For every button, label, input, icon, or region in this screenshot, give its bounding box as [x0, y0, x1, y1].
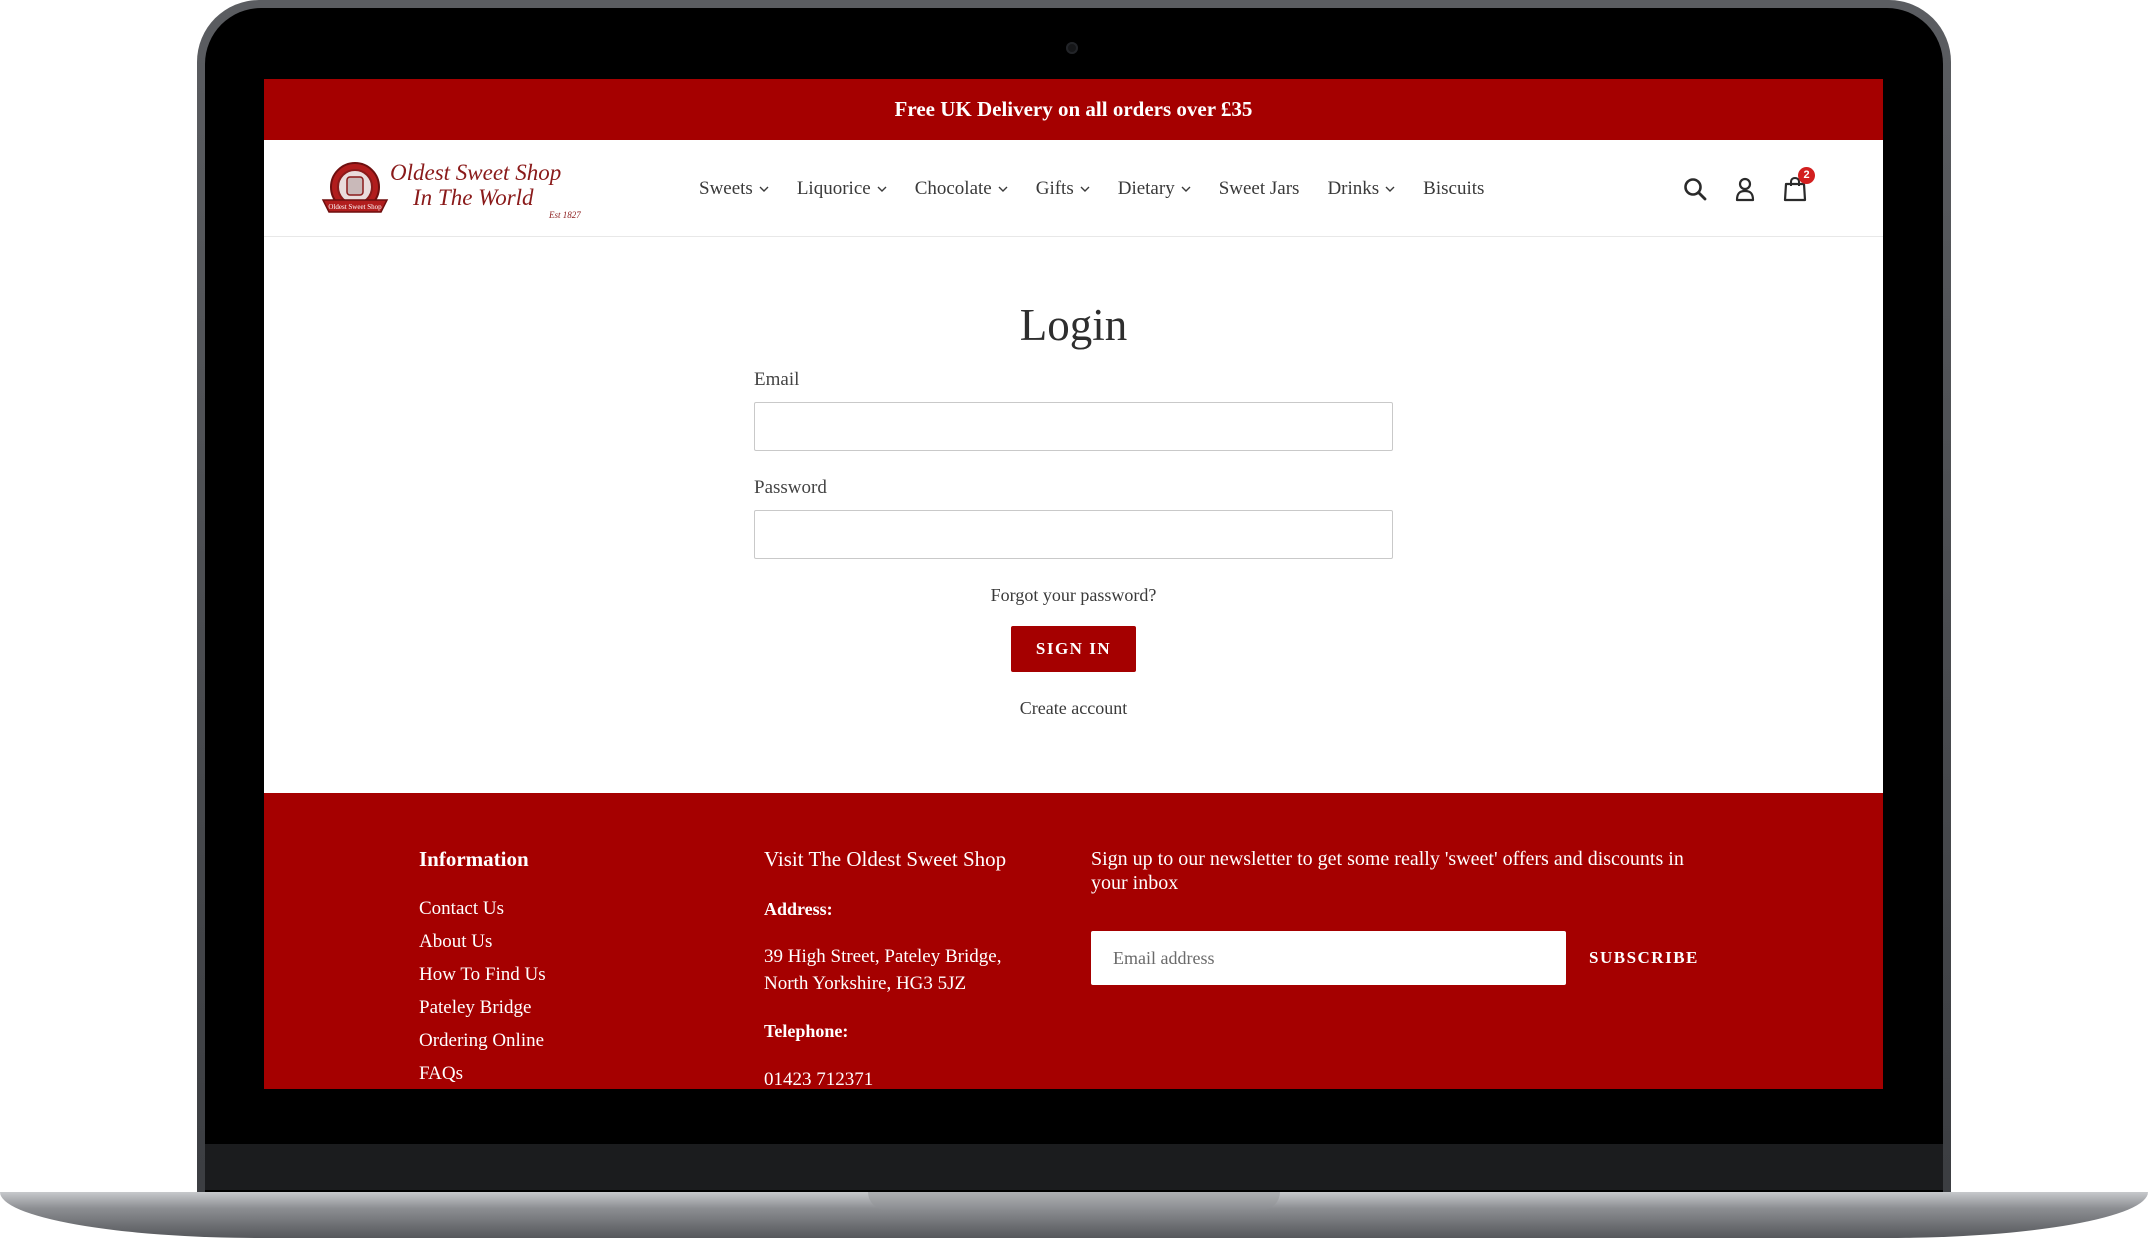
logo-line-1: Oldest Sweet Shop — [390, 160, 562, 185]
password-label: Password — [754, 477, 827, 498]
nav-item-gifts[interactable]: Gifts — [1036, 178, 1090, 200]
footer-telephone-label: Telephone: — [764, 1021, 849, 1041]
chevron-down-icon — [877, 186, 887, 192]
cart-button[interactable]: 2 — [1781, 166, 1815, 203]
svg-text:Oldest Sweet Shop: Oldest Sweet Shop — [328, 203, 382, 211]
user-icon[interactable] — [1731, 175, 1759, 203]
email-field[interactable] — [754, 402, 1393, 451]
nav-item-chocolate[interactable]: Chocolate — [915, 178, 1008, 200]
chevron-down-icon — [759, 186, 769, 192]
site-logo[interactable]: Oldest Sweet Shop Oldest Sweet Shop In T… — [319, 158, 589, 222]
footer-address: 39 High Street, Pateley Bridge, North Yo… — [764, 943, 1064, 997]
chevron-down-icon — [998, 186, 1008, 192]
signin-wrap: SIGN IN — [754, 626, 1393, 672]
nav-item-liquorice[interactable]: Liquorice — [797, 178, 887, 200]
nav-item-drinks[interactable]: Drinks — [1327, 178, 1395, 200]
login-form: Login Email Password Forgot your passwor… — [754, 299, 1393, 719]
footer-newsletter: Sign up to our newsletter to get some re… — [1091, 847, 1731, 985]
logo-established: Est 1827 — [549, 210, 581, 220]
newsletter-email-input[interactable] — [1091, 931, 1566, 985]
laptop-chin — [205, 1144, 1943, 1190]
footer-telephone[interactable]: 01423 712371 — [764, 1069, 1064, 1089]
chevron-down-icon — [1385, 186, 1395, 192]
footer-link-pateley-bridge[interactable]: Pateley Bridge — [419, 998, 719, 1031]
footer-link-faqs[interactable]: FAQs — [419, 1064, 719, 1089]
footer-link-ordering-online[interactable]: Ordering Online — [419, 1031, 719, 1064]
main-nav: Sweets Liquorice Chocolate Gifts Dietary… — [699, 140, 1484, 237]
footer-links: Contact Us About Us How To Find Us Patel… — [419, 899, 719, 1089]
forgot-password-link[interactable]: Forgot your password? — [754, 585, 1393, 606]
page-title: Login — [1019, 300, 1128, 350]
nav-item-dietary[interactable]: Dietary — [1118, 178, 1191, 200]
site-footer: Information Contact Us About Us How To F… — [264, 793, 1883, 1089]
footer-address-label: Address: — [764, 899, 833, 919]
laptop-base-notch — [868, 1192, 1280, 1210]
camera-icon — [1066, 42, 1078, 54]
address-line-2: North Yorkshire, HG3 5JZ — [764, 973, 967, 994]
announcement-bar: Free UK Delivery on all orders over £35 — [264, 79, 1883, 140]
address-line-1: 39 High Street, Pateley Bridge, — [764, 946, 1002, 967]
footer-information-heading: Information — [419, 847, 529, 871]
newsletter-text: Sign up to our newsletter to get some re… — [1091, 848, 1684, 894]
newsletter-form: SUBSCRIBE — [1091, 931, 1731, 985]
footer-link-contact-us[interactable]: Contact Us — [419, 899, 719, 932]
browser-screen: Free UK Delivery on all orders over £35 … — [264, 79, 1883, 1089]
nav-item-biscuits[interactable]: Biscuits — [1423, 178, 1484, 200]
footer-link-about-us[interactable]: About Us — [419, 932, 719, 965]
search-icon[interactable] — [1681, 175, 1709, 203]
footer-visit: Visit The Oldest Sweet Shop Address: 39 … — [764, 847, 1064, 1089]
sign-in-button[interactable]: SIGN IN — [1011, 626, 1136, 672]
create-account-link[interactable]: Create account — [754, 698, 1393, 719]
chevron-down-icon — [1181, 186, 1191, 192]
announcement-text: Free UK Delivery on all orders over £35 — [894, 97, 1253, 121]
nav-item-sweets[interactable]: Sweets — [699, 178, 769, 200]
cart-count-badge: 2 — [1798, 166, 1815, 184]
footer-visit-heading: Visit The Oldest Sweet Shop — [764, 847, 1007, 871]
logo-line-2: In The World — [413, 185, 534, 210]
header-actions: 2 — [1681, 140, 1815, 237]
footer-information: Information Contact Us About Us How To F… — [419, 847, 719, 1089]
site-header: Oldest Sweet Shop Oldest Sweet Shop In T… — [264, 140, 1883, 237]
shop-badge-icon: Oldest Sweet Shop — [321, 162, 389, 213]
email-label: Email — [754, 369, 800, 390]
nav-item-sweet-jars[interactable]: Sweet Jars — [1219, 178, 1300, 200]
footer-link-how-to-find-us[interactable]: How To Find Us — [419, 965, 719, 998]
chevron-down-icon — [1080, 186, 1090, 192]
password-field[interactable] — [754, 510, 1393, 559]
subscribe-button[interactable]: SUBSCRIBE — [1589, 948, 1699, 968]
